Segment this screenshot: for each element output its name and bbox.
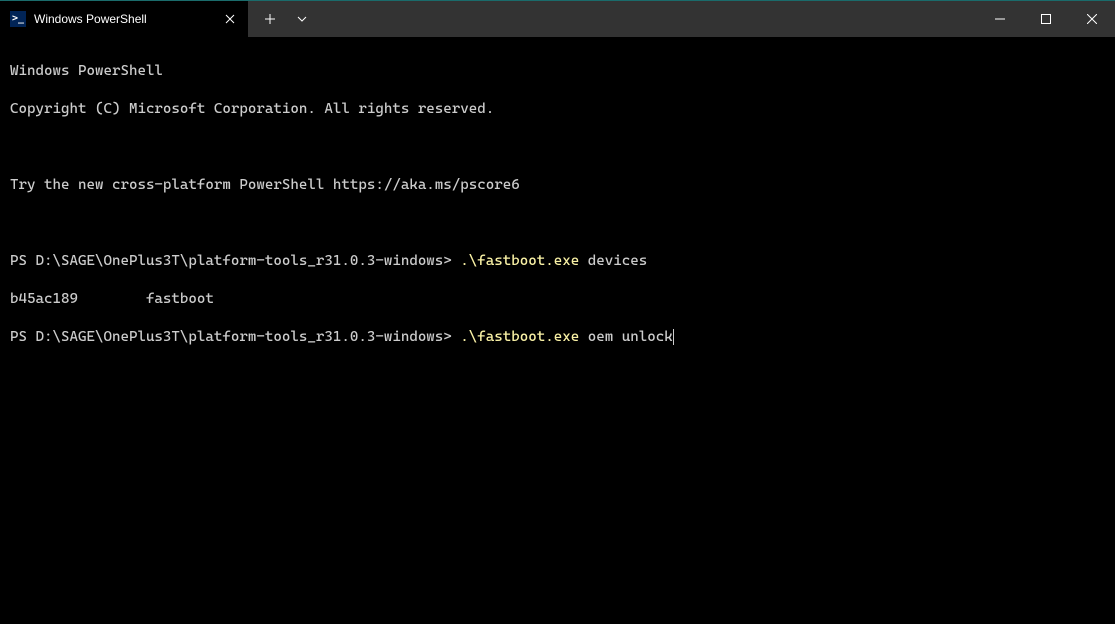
prompt-text: PS D:\SAGE\OnePlus3T\platform-tools_r31.… [10,329,460,345]
tab-powershell[interactable]: >_ Windows PowerShell [0,1,248,37]
titlebar-drag-area[interactable] [318,1,977,37]
command-args: oem unlock [579,329,672,345]
tab-title: Windows PowerShell [34,12,214,26]
terminal-line: Try the new cross-platform PowerShell ht… [10,176,1105,195]
command-exe: .\fastboot.exe [460,253,579,269]
maximize-button[interactable] [1023,1,1069,37]
command-exe: .\fastboot.exe [460,329,579,345]
new-tab-button[interactable] [254,1,286,37]
titlebar: >_ Windows PowerShell [0,1,1115,37]
tab-actions [254,1,318,37]
minimize-icon [995,14,1005,24]
terminal-line [10,138,1105,157]
terminal-output-line: b45ac189 fastboot [10,290,1105,309]
close-icon [225,14,235,24]
prompt-text: PS D:\SAGE\OnePlus3T\platform-tools_r31.… [10,253,460,269]
terminal-prompt-line: PS D:\SAGE\OnePlus3T\platform-tools_r31.… [10,252,1105,271]
minimize-button[interactable] [977,1,1023,37]
window-close-button[interactable] [1069,1,1115,37]
close-icon [1087,14,1097,24]
text-cursor [673,329,674,345]
plus-icon [264,13,276,25]
window-controls [977,1,1115,37]
terminal-line: Copyright (C) Microsoft Corporation. All… [10,100,1105,119]
tab-close-button[interactable] [222,11,238,27]
maximize-icon [1041,14,1051,24]
powershell-icon: >_ [10,11,26,27]
terminal-prompt-line: PS D:\SAGE\OnePlus3T\platform-tools_r31.… [10,328,1105,347]
terminal-line: Windows PowerShell [10,62,1105,81]
command-args: devices [579,253,647,269]
terminal-content[interactable]: Windows PowerShell Copyright (C) Microso… [0,37,1115,372]
tab-dropdown-button[interactable] [286,1,318,37]
chevron-down-icon [296,13,308,25]
terminal-line [10,214,1105,233]
